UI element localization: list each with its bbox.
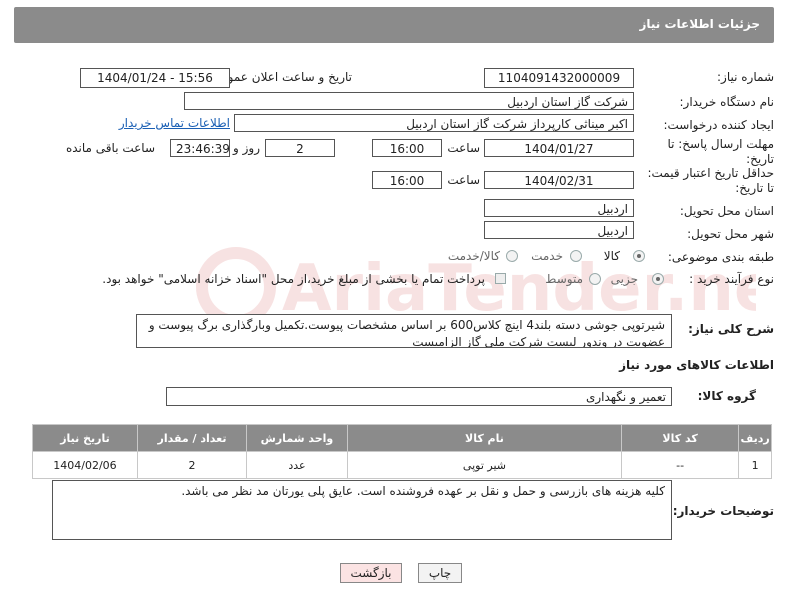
price-validity-label: حداقل تاریخ اعتبار قیمت: تا تاریخ: bbox=[647, 166, 774, 195]
city-label: شهر محل تحویل: bbox=[687, 227, 774, 241]
description-textarea: شیرتوپی جوشی دسته بلند4 اینچ کلاس600 بر … bbox=[136, 314, 672, 348]
cell-row: 1 bbox=[738, 451, 772, 479]
page-header: جزئیات اطلاعات نیاز bbox=[14, 7, 774, 43]
province-field: اردبیل bbox=[484, 199, 634, 217]
treasury-payment-checkbox[interactable] bbox=[495, 273, 506, 284]
cell-unit: عدد bbox=[246, 451, 348, 479]
print-button[interactable]: چاپ bbox=[418, 563, 462, 583]
buyer-org-field: شرکت گاز استان اردبیل bbox=[184, 92, 634, 110]
city-field: اردبیل bbox=[484, 221, 634, 239]
page-title: جزئیات اطلاعات نیاز bbox=[639, 17, 760, 31]
back-button[interactable]: بازگشت bbox=[340, 563, 402, 583]
category-radio-service[interactable] bbox=[570, 250, 582, 262]
process-label: نوع فرآیند خرید : bbox=[689, 272, 774, 286]
buyer-org-label: نام دستگاه خریدار: bbox=[679, 95, 775, 109]
announce-field: 1404/01/24 - 15:56 bbox=[80, 68, 230, 88]
cell-code: -- bbox=[620, 451, 740, 479]
price-validity-date-field: 1404/02/31 bbox=[484, 171, 634, 189]
category-radio-goods[interactable] bbox=[633, 250, 645, 262]
category-option-goods: کالا bbox=[603, 249, 620, 263]
description-label: شرح کلی نیاز: bbox=[688, 322, 774, 336]
treasury-payment-note: پرداخت تمام یا بخشی از مبلغ خرید،از محل … bbox=[102, 272, 485, 286]
province-label: استان محل تحویل: bbox=[679, 204, 774, 218]
col-code: کد کالا bbox=[620, 424, 740, 452]
creator-field: اکبر میناثی کارپرداز شرکت گاز استان اردب… bbox=[234, 114, 634, 132]
goods-group-label: گروه کالا: bbox=[697, 389, 756, 403]
goods-table: ردیف کد کالا نام کالا واحد شمارش تعداد /… bbox=[32, 424, 772, 479]
deadline-label: مهلت ارسال پاسخ: تا تاریخ: bbox=[667, 137, 774, 166]
need-number-label: شماره نیاز: bbox=[717, 70, 774, 84]
price-validity-hour-label: ساعت bbox=[447, 173, 480, 187]
deadline-hour-label: ساعت bbox=[447, 141, 480, 155]
category-option-service: خدمت bbox=[531, 249, 563, 263]
process-option-medium: متوسط bbox=[545, 272, 583, 286]
category-option-goods-service: کالا/خدمت bbox=[447, 249, 500, 263]
creator-label: ایجاد کننده درخواست: bbox=[663, 118, 774, 132]
deadline-time-field: 16:00 bbox=[372, 139, 442, 157]
process-option-minor: جزیی bbox=[610, 272, 638, 286]
goods-table-header: ردیف کد کالا نام کالا واحد شمارش تعداد /… bbox=[32, 424, 772, 452]
buyer-notes-textarea: کلیه هزینه های بازرسی و حمل و نقل بر عهد… bbox=[52, 480, 672, 540]
cell-name: شیر توپی bbox=[346, 451, 623, 479]
deadline-date-field: 1404/01/27 bbox=[484, 139, 634, 157]
cell-quantity: 2 bbox=[136, 451, 248, 479]
remaining-time-field: 23:46:39 bbox=[170, 139, 230, 157]
goods-section-title: اطلاعات کالاهای مورد نیاز bbox=[619, 358, 774, 372]
price-validity-time-field: 16:00 bbox=[372, 171, 442, 189]
cell-date: 1404/02/06 bbox=[32, 451, 138, 479]
buyer-contact-link[interactable]: اطلاعات تماس خریدار bbox=[119, 116, 230, 130]
goods-group-field: تعمیر و نگهداری bbox=[166, 387, 672, 406]
need-number-field: 1104091432000009 bbox=[484, 68, 634, 88]
days-label: روز و bbox=[233, 141, 260, 155]
col-date: تاریخ نیاز bbox=[32, 424, 138, 452]
col-unit: واحد شمارش bbox=[246, 424, 348, 452]
buyer-notes-label: توضیحات خریدار: bbox=[672, 504, 774, 518]
table-row: 1 -- شیر توپی عدد 2 1404/02/06 bbox=[32, 451, 772, 479]
days-field: 2 bbox=[265, 139, 335, 157]
remaining-label: ساعت باقی مانده bbox=[65, 141, 155, 155]
col-row: ردیف bbox=[738, 424, 772, 452]
col-name: نام کالا bbox=[346, 424, 623, 452]
col-quantity: تعداد / مقدار bbox=[136, 424, 248, 452]
process-radio-minor[interactable] bbox=[652, 273, 664, 285]
category-radio-goods-service[interactable] bbox=[506, 250, 518, 262]
category-label: طبقه بندی موضوعی: bbox=[667, 250, 774, 264]
process-radio-medium[interactable] bbox=[589, 273, 601, 285]
